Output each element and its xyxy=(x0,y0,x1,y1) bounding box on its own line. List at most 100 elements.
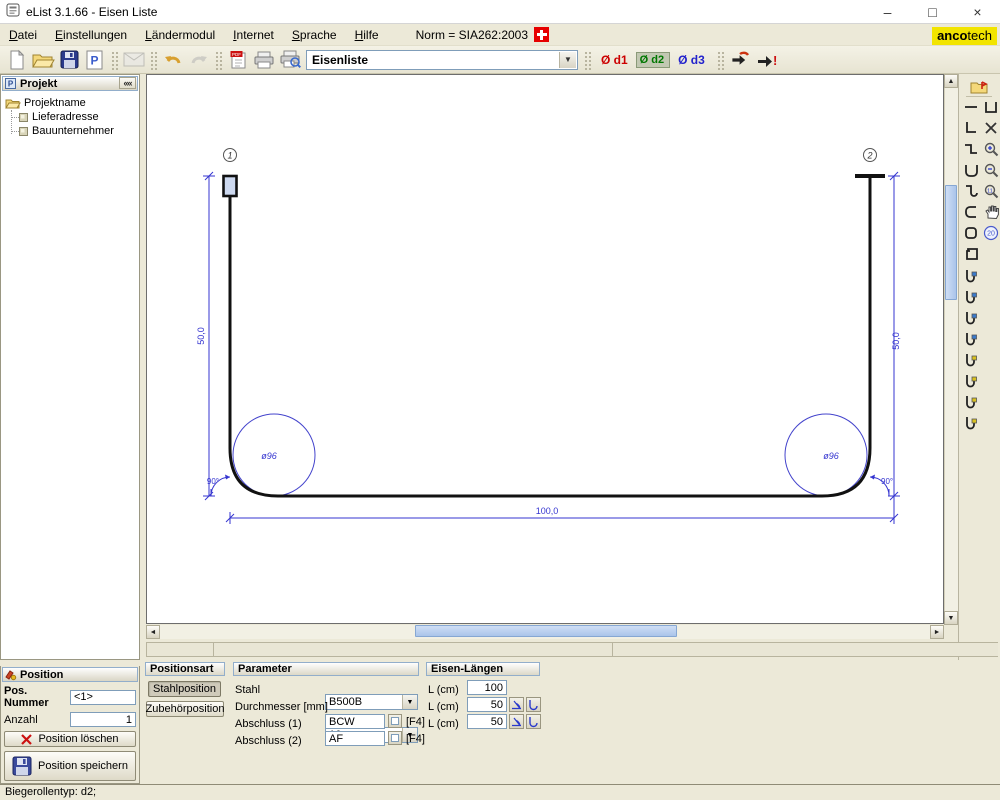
app-icon xyxy=(6,3,20,20)
abschluss1-picker-button[interactable] xyxy=(388,714,402,728)
shape-hook-icon[interactable] xyxy=(962,182,980,199)
abschluss2-picker-button[interactable] xyxy=(388,731,402,745)
shape-open-u-icon[interactable] xyxy=(982,98,1000,115)
stahl-select[interactable]: B500B ▼ xyxy=(325,694,418,710)
shape-u-icon[interactable] xyxy=(962,161,980,178)
stahlposition-button[interactable]: Stahlposition xyxy=(148,681,221,697)
tree-item-lieferadresse[interactable]: Lieferadresse xyxy=(19,110,139,124)
print-preview-icon xyxy=(280,50,301,69)
stahl-value: B500B xyxy=(329,696,362,708)
new-document-button[interactable] xyxy=(4,48,30,72)
chevron-down-icon[interactable]: ▼ xyxy=(402,695,417,709)
positionsart-header: Positionsart xyxy=(145,662,225,676)
minimize-button[interactable]: – xyxy=(865,0,910,24)
close-button[interactable]: × xyxy=(955,0,1000,24)
shape-stirrup-icon[interactable] xyxy=(962,245,980,262)
length2-radius-button[interactable] xyxy=(526,697,541,712)
position-loeschen-button[interactable]: Position löschen xyxy=(4,731,136,747)
maximize-button[interactable]: □ xyxy=(910,0,955,24)
length3-angle-button[interactable] xyxy=(509,714,524,729)
pos-nummer-input[interactable] xyxy=(70,690,136,705)
tree-item-bauunternehmer[interactable]: Bauunternehmer xyxy=(19,124,139,138)
menu-laendermodul[interactable]: Ländermodul xyxy=(136,25,224,45)
length1-input[interactable] xyxy=(467,680,507,695)
horizontal-scroll-thumb[interactable] xyxy=(415,625,677,637)
zubehoerposition-button[interactable]: Zubehörposition xyxy=(146,701,224,717)
diameter-d3-button[interactable]: Ø d3 xyxy=(672,50,711,70)
shape-loop-icon[interactable] xyxy=(962,224,980,241)
position-panel: Position Pos. Nummer Anzahl Position lös… xyxy=(0,666,140,784)
menu-hilfe[interactable]: Hilfe xyxy=(346,25,388,45)
length3-radius-button[interactable] xyxy=(526,714,541,729)
shape-hook-yellow-icon[interactable] xyxy=(962,371,980,388)
shape-c-icon[interactable] xyxy=(962,203,980,220)
scroll-down-button[interactable]: ▼ xyxy=(944,611,958,625)
shape-hook-blue-icon[interactable] xyxy=(962,308,980,325)
horizontal-scrollbar[interactable]: ◄ ► xyxy=(146,625,944,639)
zoom-ratio-icon[interactable]: 11 xyxy=(982,182,1000,199)
swiss-flag-icon xyxy=(534,27,549,42)
status-cell xyxy=(612,642,998,657)
list-type-combobox[interactable]: Eisenliste ▼ xyxy=(306,50,578,70)
chevron-down-icon[interactable]: ▼ xyxy=(559,52,576,68)
delete-icon[interactable] xyxy=(982,119,1000,136)
undo-icon xyxy=(164,52,182,68)
position-speichern-button[interactable]: Position speichern xyxy=(4,751,136,781)
diameter-d2-button[interactable]: Ø d2 xyxy=(636,52,670,68)
print-button[interactable] xyxy=(251,48,277,72)
abschluss2-label: Abschluss (2) xyxy=(235,735,302,747)
length2-input[interactable] xyxy=(467,697,507,712)
pdf-export-button[interactable]: PDF xyxy=(225,48,251,72)
radius-icon xyxy=(528,699,539,710)
shape-straight-icon[interactable] xyxy=(962,98,980,115)
anzahl-input[interactable] xyxy=(70,712,136,727)
parameter-header: Parameter xyxy=(233,662,419,676)
zoom-level-badge[interactable]: 20 xyxy=(982,224,1000,241)
drawing-canvas[interactable]: 1 2 ø96 ø96 50,0 50,0 1 xyxy=(146,74,944,624)
scroll-up-button[interactable]: ▲ xyxy=(944,74,958,88)
collapse-panel-button[interactable]: «« xyxy=(119,77,136,89)
shape-hook-blue-icon[interactable] xyxy=(962,287,980,304)
menu-internet[interactable]: Internet xyxy=(224,25,283,45)
vertical-scroll-thumb[interactable] xyxy=(945,185,957,300)
zoom-in-icon[interactable] xyxy=(982,140,1000,157)
print-form-button[interactable]: P xyxy=(82,48,108,72)
shape-hook-yellow-icon[interactable] xyxy=(962,413,980,430)
export-position-button[interactable]: ! xyxy=(753,48,779,72)
print-preview-button[interactable] xyxy=(277,48,303,72)
project-tree: Projektname Lieferadresse Bauunternehmer xyxy=(1,92,139,138)
shape-hook-blue-icon[interactable] xyxy=(962,266,980,283)
zoom-out-icon[interactable] xyxy=(982,161,1000,178)
undo-button[interactable] xyxy=(160,48,186,72)
toolbar-grip xyxy=(583,50,592,70)
import-position-button[interactable] xyxy=(727,48,753,72)
email-button[interactable] xyxy=(121,48,147,72)
angle-icon xyxy=(511,716,522,727)
shape-hook-yellow-icon[interactable] xyxy=(962,392,980,409)
scroll-right-button[interactable]: ► xyxy=(930,625,944,639)
dim-left-label: 50,0 xyxy=(196,327,206,345)
svg-text:P: P xyxy=(90,53,98,67)
shape-l-icon[interactable] xyxy=(962,119,980,136)
abschluss1-input[interactable] xyxy=(325,714,385,729)
arrow-import-icon xyxy=(730,52,750,68)
shape-hook-yellow-icon[interactable] xyxy=(962,350,980,367)
menu-datei[interactable]: Datei xyxy=(0,25,46,45)
length2-angle-button[interactable] xyxy=(509,697,524,712)
open-button[interactable] xyxy=(30,48,56,72)
abschluss2-input[interactable] xyxy=(325,731,385,746)
pan-hand-icon[interactable] xyxy=(982,203,1000,220)
save-button[interactable] xyxy=(56,48,82,72)
shape-hook-blue-icon[interactable] xyxy=(962,329,980,346)
length3-input[interactable] xyxy=(467,714,507,729)
diameter-d1-button[interactable]: Ø d1 xyxy=(595,50,634,70)
shape-z-icon[interactable] xyxy=(962,140,980,157)
vertical-scrollbar[interactable]: ▲ ▼ xyxy=(944,74,958,625)
tree-item-project[interactable]: Projektname xyxy=(5,96,139,110)
project-panel: P Projekt «« Projektname Lieferadresse B… xyxy=(0,74,140,660)
scroll-left-button[interactable]: ◄ xyxy=(146,625,160,639)
menu-einstellungen[interactable]: Einstellungen xyxy=(46,25,136,45)
shape-library-button[interactable] xyxy=(966,77,992,97)
redo-button[interactable] xyxy=(186,48,212,72)
menu-sprache[interactable]: Sprache xyxy=(283,25,346,45)
